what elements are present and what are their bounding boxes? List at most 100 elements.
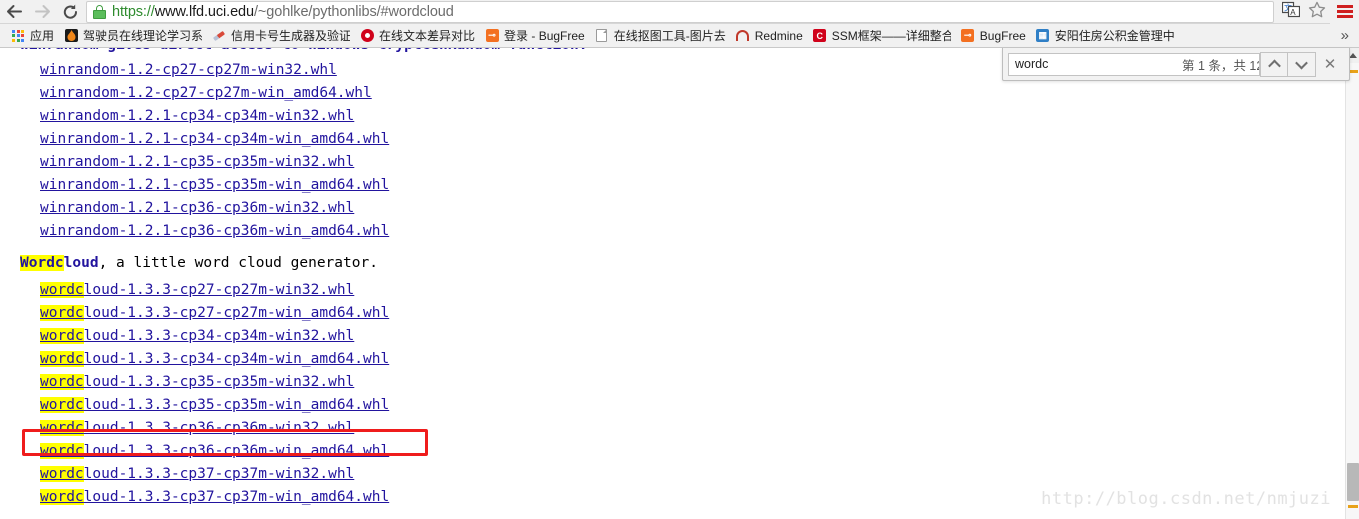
bookmark-label: BugFree [979, 28, 1026, 43]
bookmark-apps[interactable]: 应用 [6, 26, 59, 46]
list-item: wordcloud‑1.3.3‑cp27‑cp27m‑win_amd64.whl [40, 300, 1345, 323]
ssm-favicon-icon: C [813, 29, 827, 43]
bugfree-favicon-icon: ⊸ [485, 29, 499, 43]
download-link[interactable]: wordcloud‑1.3.3‑cp34‑cp34m‑win32.whl [40, 328, 354, 344]
link-rest: loud‑1.3.3‑cp36‑cp36m‑win32.whl [83, 420, 355, 436]
link-rest: loud‑1.3.3‑cp37‑cp37m‑win32.whl [83, 466, 355, 482]
back-button[interactable] [0, 0, 28, 24]
address-bar[interactable]: https://www.lfd.uci.edu/~gohlke/pythonli… [86, 0, 1274, 23]
package-name-rest: loud [63, 255, 99, 271]
flame-favicon-icon [64, 29, 78, 43]
list-item: wordcloud‑1.3.3‑cp36‑cp36m‑win32.whl [40, 415, 1345, 438]
find-match-count: 第 1 条，共 12 条 [1182, 58, 1259, 73]
wordcloud-paragraph: Wordcloud, a little word cloud generator… [0, 252, 1345, 275]
chrome-menu-button[interactable] [1330, 0, 1359, 24]
search-match-highlight: wordc [40, 351, 84, 367]
bookmark-item-login-bugfree[interactable]: ⊸ 登录 - BugFree [480, 26, 590, 46]
lock-icon [93, 4, 106, 19]
search-match-highlight: wordc [40, 282, 84, 298]
url-path: /~gohlke/pythonlibs/#wordcloud [253, 3, 454, 20]
search-match-highlight: wordc [40, 489, 84, 505]
svg-text:A: A [1290, 7, 1296, 16]
scrollbar-thumb[interactable] [1347, 463, 1359, 501]
link-rest: loud‑1.3.3‑cp27‑cp27m‑win32.whl [83, 282, 355, 298]
scrollbar-match-tick [1348, 505, 1358, 508]
forward-arrow-icon [34, 4, 51, 19]
download-link[interactable]: wordcloud‑1.3.3‑cp37‑cp37m‑win_amd64.whl [40, 489, 389, 505]
download-link[interactable]: winrandom‑1.2.1‑cp34‑cp34m‑win32.whl [40, 108, 354, 124]
list-item: winrandom‑1.2.1‑cp35‑cp35m‑win_amd64.whl [40, 172, 1345, 195]
find-input-wrapper[interactable]: 第 1 条，共 12 条 [1008, 52, 1260, 76]
download-link[interactable]: wordcloud‑1.3.3‑cp35‑cp35m‑win32.whl [40, 374, 354, 390]
bookmark-item-credit-card-gen[interactable]: 信用卡号生成器及验证 [207, 26, 355, 46]
triangle-up-icon [1349, 53, 1357, 58]
download-link[interactable]: wordcloud‑1.3.3‑cp37‑cp37m‑win32.whl [40, 466, 354, 482]
link-rest: loud‑1.3.3‑cp27‑cp27m‑win_amd64.whl [83, 305, 390, 321]
download-link[interactable]: winrandom‑1.2.1‑cp36‑cp36m‑win32.whl [40, 200, 354, 216]
translate-button[interactable]: 文 A [1278, 0, 1304, 24]
watermark: http://blog.csdn.net/nmjuzi [1041, 489, 1331, 509]
package-name: winrandom gives direct access to Windows… [20, 48, 587, 53]
download-link[interactable]: wordcloud‑1.3.3‑cp27‑cp27m‑win_amd64.whl [40, 305, 389, 321]
list-item: winrandom‑1.2.1‑cp36‑cp36m‑win_amd64.whl [40, 218, 1345, 241]
page-content: winrandom gives direct access to Windows… [0, 48, 1345, 519]
package-description: , a little word cloud generator. [98, 255, 378, 271]
red-circle-favicon-icon [360, 29, 374, 43]
close-icon: ✕ [1323, 56, 1337, 73]
link-rest: loud‑1.3.3‑cp34‑cp34m‑win_amd64.whl [83, 351, 390, 367]
download-link[interactable]: wordcloud‑1.3.3‑cp35‑cp35m‑win_amd64.whl [40, 397, 389, 413]
bookmark-item-anyang-fund[interactable]: ▦ 安阳住房公积金管理中 [1031, 26, 1179, 46]
search-match-highlight: wordc [40, 420, 84, 436]
bookmark-label: 安阳住房公积金管理中 [1054, 28, 1174, 43]
bookmark-label: Redmine [754, 28, 803, 43]
bookmark-item-redmine[interactable]: Redmine [731, 26, 808, 46]
pen-favicon-icon [212, 29, 226, 43]
chevron-down-icon [1295, 56, 1308, 69]
find-next-button[interactable] [1288, 51, 1316, 77]
bookmark-item-image-cutout[interactable]: 在线抠图工具-图片去 [590, 26, 731, 46]
link-rest: loud‑1.3.3‑cp36‑cp36m‑win_amd64.whl [83, 443, 390, 459]
download-link[interactable]: wordcloud‑1.3.3‑cp36‑cp36m‑win32.whl [40, 420, 354, 436]
package-name: Wordcloud [20, 255, 99, 271]
bookmark-star-button[interactable] [1304, 0, 1330, 24]
list-item: winrandom‑1.2.1‑cp34‑cp34m‑win_amd64.whl [40, 126, 1345, 149]
bookmark-label: 登录 - BugFree [504, 28, 585, 43]
chevron-up-icon [1267, 59, 1281, 72]
list-item: winrandom‑1.2.1‑cp36‑cp36m‑win32.whl [40, 195, 1345, 218]
bookmark-item-ssm-framework[interactable]: C SSM框架——详细整合 [808, 26, 956, 46]
list-item: winrandom‑1.2.1‑cp34‑cp34m‑win32.whl [40, 103, 1345, 126]
search-match-highlight: Wordc [20, 255, 64, 271]
building-favicon-icon: ▦ [1036, 29, 1050, 43]
download-link[interactable]: winrandom‑1.2.1‑cp36‑cp36m‑win_amd64.whl [40, 223, 389, 239]
download-link[interactable]: winrandom‑1.2.1‑cp35‑cp35m‑win32.whl [40, 154, 354, 170]
download-link[interactable]: winrandom‑1.2.1‑cp35‑cp35m‑win_amd64.whl [40, 177, 389, 193]
download-link[interactable]: wordcloud‑1.3.3‑cp34‑cp34m‑win_amd64.whl [40, 351, 389, 367]
find-input[interactable] [1015, 53, 1176, 75]
bookmarks-overflow-button[interactable]: » [1335, 26, 1355, 46]
link-rest: loud‑1.3.3‑cp34‑cp34m‑win32.whl [83, 328, 355, 344]
translate-icon: 文 A [1281, 1, 1301, 23]
bookmark-item-bugfree[interactable]: ⊸ BugFree [956, 26, 1031, 46]
bookmark-label: 在线抠图工具-图片去 [613, 28, 726, 43]
hamburger-menu-icon [1336, 5, 1353, 18]
page-scrollbar[interactable] [1345, 48, 1359, 519]
search-match-highlight: wordc [40, 305, 84, 321]
search-match-highlight: wordc [40, 328, 84, 344]
download-link[interactable]: winrandom‑1.2‑cp27‑cp27m‑win_amd64.whl [40, 85, 372, 101]
download-link-highlighted[interactable]: wordcloud‑1.3.3‑cp36‑cp36m‑win_amd64.whl [40, 443, 389, 459]
list-item: winrandom‑1.2‑cp27‑cp27m‑win_amd64.whl [40, 80, 1345, 103]
download-link[interactable]: winrandom‑1.2‑cp27‑cp27m‑win32.whl [40, 62, 337, 78]
download-link[interactable]: winrandom‑1.2.1‑cp34‑cp34m‑win_amd64.whl [40, 131, 389, 147]
list-item: wordcloud‑1.3.3‑cp36‑cp36m‑win_amd64.whl [40, 438, 1345, 461]
link-rest: loud‑1.3.3‑cp35‑cp35m‑win_amd64.whl [83, 397, 390, 413]
bookmark-label: SSM框架——详细整合 [831, 28, 951, 43]
reload-button[interactable] [56, 0, 84, 24]
bookmark-item-text-diff[interactable]: 在线文本差异对比 [355, 26, 480, 46]
find-bar: 第 1 条，共 12 条 ✕ [1002, 48, 1350, 81]
find-previous-button[interactable] [1260, 51, 1288, 77]
bookmark-item-driver-study[interactable]: 驾驶员在线理论学习系 [59, 26, 207, 46]
forward-button[interactable] [28, 0, 56, 24]
find-close-button[interactable]: ✕ [1316, 52, 1344, 77]
download-link[interactable]: wordcloud‑1.3.3‑cp27‑cp27m‑win32.whl [40, 282, 354, 298]
browser-toolbar: https://www.lfd.uci.edu/~gohlke/pythonli… [0, 0, 1359, 24]
